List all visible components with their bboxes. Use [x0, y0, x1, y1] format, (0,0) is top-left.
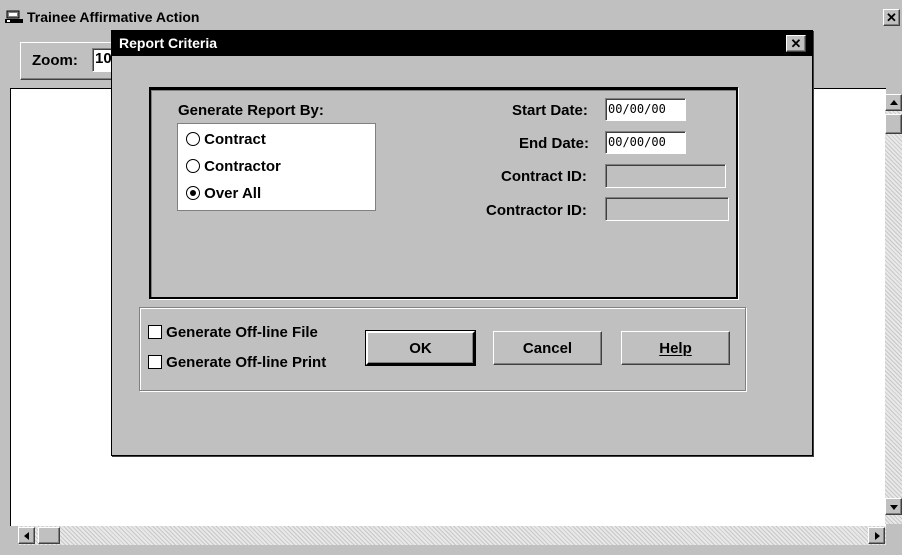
scroll-down-button[interactable]	[885, 498, 902, 515]
arrow-right-icon	[875, 532, 880, 540]
vertical-scroll-thumb[interactable]	[885, 114, 902, 134]
radio-button[interactable]	[186, 159, 200, 173]
radio-button[interactable]	[186, 132, 200, 146]
start-date-input[interactable]: 00/00/00	[605, 98, 686, 121]
radio-over-all[interactable]: Over All	[186, 185, 261, 202]
close-icon: ✕	[886, 10, 897, 25]
radio-over-all-label: Over All	[204, 185, 262, 202]
contract-id-label: Contract ID:	[501, 168, 587, 185]
radio-contract[interactable]: Contract	[186, 131, 266, 148]
contract-id-input[interactable]	[605, 164, 726, 188]
help-button[interactable]: Help	[621, 331, 730, 365]
offline-print-checkbox[interactable]: Generate Off-line Print	[148, 354, 326, 371]
horizontal-scrollbar[interactable]	[18, 526, 886, 545]
dialog-title-bar[interactable]: Report Criteria ✕	[112, 31, 812, 56]
generate-report-by-label: Generate Report By:	[178, 102, 324, 119]
offline-print-label: Generate Off-line Print	[166, 354, 327, 371]
contractor-id-label: Contractor ID:	[486, 202, 587, 219]
scroll-right-button[interactable]	[868, 527, 885, 544]
start-date-label: Start Date:	[512, 102, 588, 119]
main-close-button[interactable]: ✕	[883, 9, 900, 26]
end-date-input[interactable]: 00/00/00	[605, 131, 686, 154]
close-icon: ✕	[790, 36, 802, 51]
main-title-bar[interactable]: Trainee Affirmative Action ✕	[0, 6, 902, 30]
radio-contractor[interactable]: Contractor	[186, 158, 281, 175]
scroll-left-button[interactable]	[18, 527, 35, 544]
arrow-up-icon	[890, 100, 898, 105]
scroll-up-button[interactable]	[885, 94, 902, 111]
horizontal-scroll-thumb[interactable]	[38, 527, 60, 544]
checkbox[interactable]	[148, 355, 162, 369]
arrow-left-icon	[24, 532, 29, 540]
contractor-id-input[interactable]	[605, 197, 729, 221]
report-type-radio-group: Contract Contractor Over All	[177, 123, 376, 211]
end-date-label: End Date:	[519, 135, 590, 152]
zoom-label: Zoom:	[32, 52, 78, 69]
radio-contractor-label: Contractor	[204, 158, 281, 175]
dialog-close-button[interactable]: ✕	[786, 35, 806, 52]
checkbox[interactable]	[148, 325, 162, 339]
cancel-button[interactable]: Cancel	[493, 331, 602, 365]
offline-file-label: Generate Off-line File	[166, 324, 318, 341]
help-button-label: Help	[659, 339, 692, 357]
offline-file-checkbox[interactable]: Generate Off-line File	[148, 324, 318, 341]
radio-button-selected[interactable]	[186, 186, 200, 200]
vertical-scrollbar[interactable]	[885, 94, 902, 524]
dialog-title: Report Criteria	[119, 35, 218, 51]
ok-button[interactable]: OK	[365, 330, 476, 366]
arrow-down-icon	[890, 505, 898, 510]
radio-contract-label: Contract	[204, 131, 266, 148]
report-criteria-dialog: Report Criteria ✕ Generate Report By: Co…	[111, 30, 813, 456]
main-window-title: Trainee Affirmative Action	[27, 9, 200, 25]
app-icon	[5, 10, 23, 25]
